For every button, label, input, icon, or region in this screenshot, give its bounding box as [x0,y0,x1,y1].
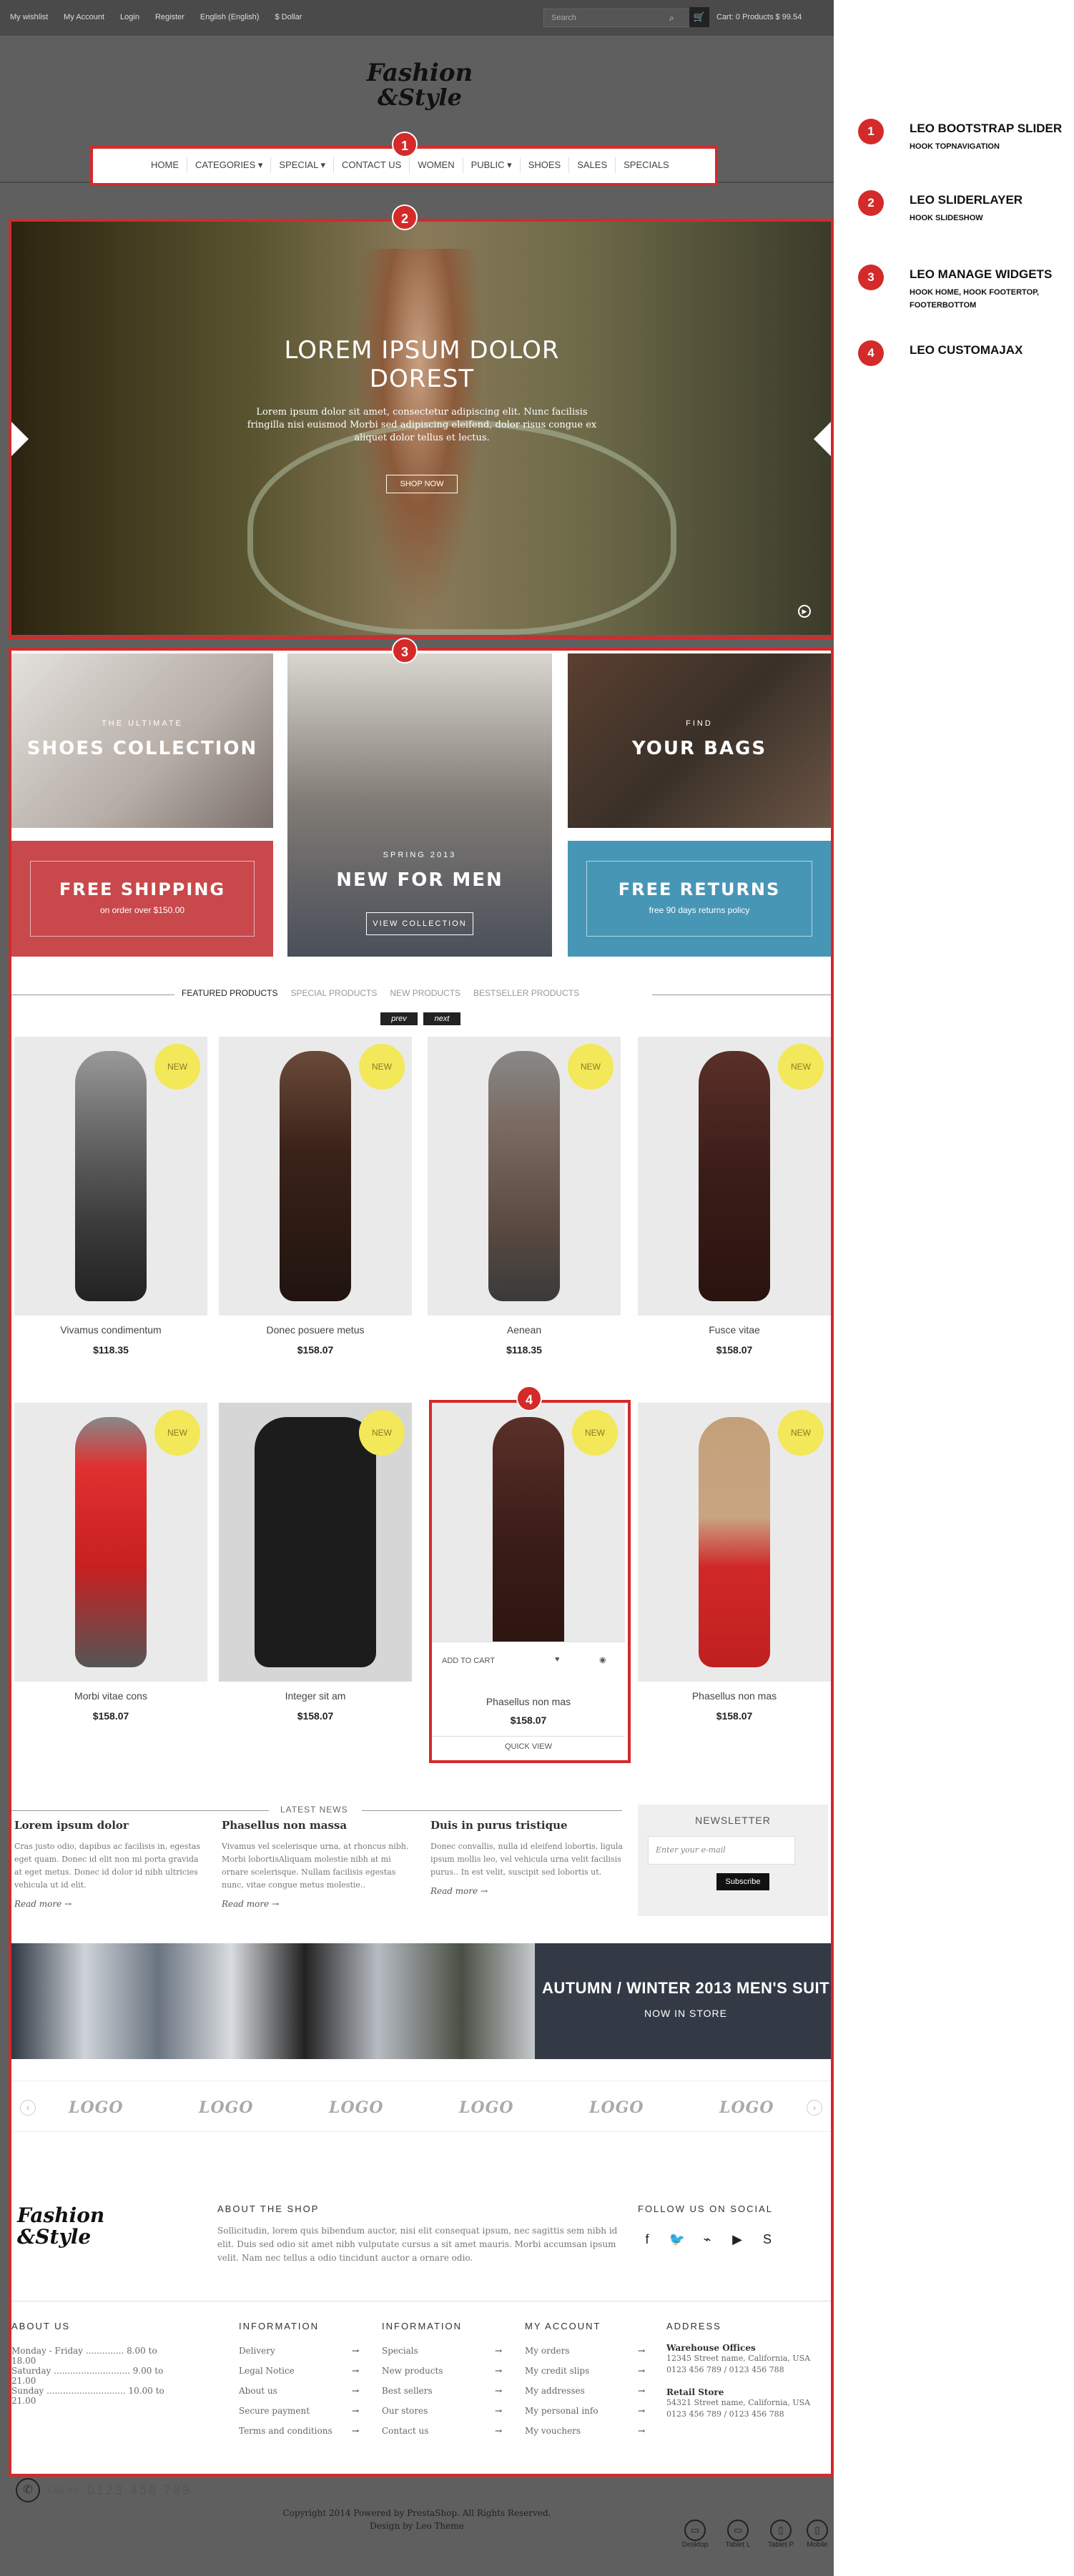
legend-title: LEO MANAGE WIDGETS [910,267,1053,281]
marker-badge-4: 4 [516,1386,542,1411]
language-select[interactable]: English (English) [200,13,260,21]
account-link[interactable]: My Account [64,13,104,21]
mobile-icon: ▯ [807,2520,828,2541]
search-icon[interactable]: ⌕ [669,13,679,23]
legend-title: LEO BOOTSTRAP SLIDER [910,122,1063,135]
tablet-portrait-icon: ▯ [770,2520,792,2541]
nav-item-specials[interactable]: SPECIALS [616,157,677,173]
legend-title: LEO SLIDERLAYER [910,193,1023,207]
slide-next-arrow[interactable] [814,422,831,456]
cart-icon[interactable]: 🛒 [689,7,709,27]
marker-badge-1: 1 [392,132,418,157]
customajax-highlight [429,1400,631,1763]
phone-icon: ✆ [16,2478,40,2502]
login-link[interactable]: Login [120,13,139,21]
module-legend: 1 LEO BOOTSTRAP SLIDER HOOK TOPNAVIGATIO… [834,0,1074,2576]
device-desktop[interactable]: ▭ Desktop [675,2520,715,2549]
main-navigation: HOME CATEGORIES ▾ SPECIAL ▾ CONTACT US W… [143,157,677,173]
slide-play-icon[interactable]: ▶ [798,605,811,618]
nav-item-public[interactable]: PUBLIC ▾ [463,157,521,173]
nav-item-contact[interactable]: CONTACT US [334,157,410,173]
site-logo[interactable]: Fashion &Style [366,61,473,109]
copyright-line-1: Copyright 2014 Powered by PrestaShop. Al… [282,2508,551,2518]
marker-badge-2: 2 [392,204,418,230]
marker-badge-3: 3 [392,638,418,663]
slide-text: Lorem ipsum dolor sit amet, consectetur … [247,407,597,443]
legend-hook: HOOK HOME, HOOK FOOTERTOP, FOOTERBOTTOM [910,288,1040,310]
device-tablet-landscape[interactable]: ▭ Tablet L [718,2520,758,2549]
call-number: 0123 456 789 [87,2482,192,2497]
device-tablet-portrait[interactable]: ▯ Tablet P [761,2520,801,2549]
legend-number: 2 [858,190,884,216]
nav-item-special[interactable]: SPECIAL ▾ [271,157,334,173]
slide-shop-button[interactable]: SHOP NOW [386,475,458,493]
site-preview: My wishlist My Account Login Register En… [0,0,834,2576]
widgets-highlight [9,648,834,2477]
slide-title: LOREM IPSUM DOLOR DOREST [284,336,560,393]
legend-number: 1 [858,119,884,144]
nav-item-home[interactable]: HOME [143,157,187,173]
wishlist-link[interactable]: My wishlist [10,13,48,21]
logo-line-1: Fashion [366,59,473,87]
nav-item-categories[interactable]: CATEGORIES ▾ [187,157,272,173]
register-link[interactable]: Register [155,13,184,21]
call-us: ✆ Call us: 0123 456 789 [16,2478,192,2502]
cart-summary[interactable]: Cart: 0 Products $ 99.54 [716,13,802,21]
nav-item-sales[interactable]: SALES [569,157,616,173]
slide-prev-arrow[interactable] [11,422,29,456]
legend-number: 4 [858,340,884,366]
currency-select[interactable]: $ Dollar [275,13,302,21]
nav-item-shoes[interactable]: SHOES [521,157,570,173]
nav-item-women[interactable]: WOMEN [410,157,463,173]
top-bar: My wishlist My Account Login Register En… [0,0,834,36]
logo-line-2: &Style [378,84,462,111]
legend-hook: HOOK SLIDESHOW [910,214,983,222]
device-mobile[interactable]: ▯ Mobile [801,2520,834,2549]
tablet-icon: ▭ [727,2520,749,2541]
legend-hook: HOOK TOPNAVIGATION [910,142,1000,151]
legend-number: 3 [858,265,884,290]
desktop-icon: ▭ [684,2520,706,2541]
legend-title: LEO CUSTOMAJAX [910,343,1023,357]
call-label: Call us: [47,2485,80,2495]
